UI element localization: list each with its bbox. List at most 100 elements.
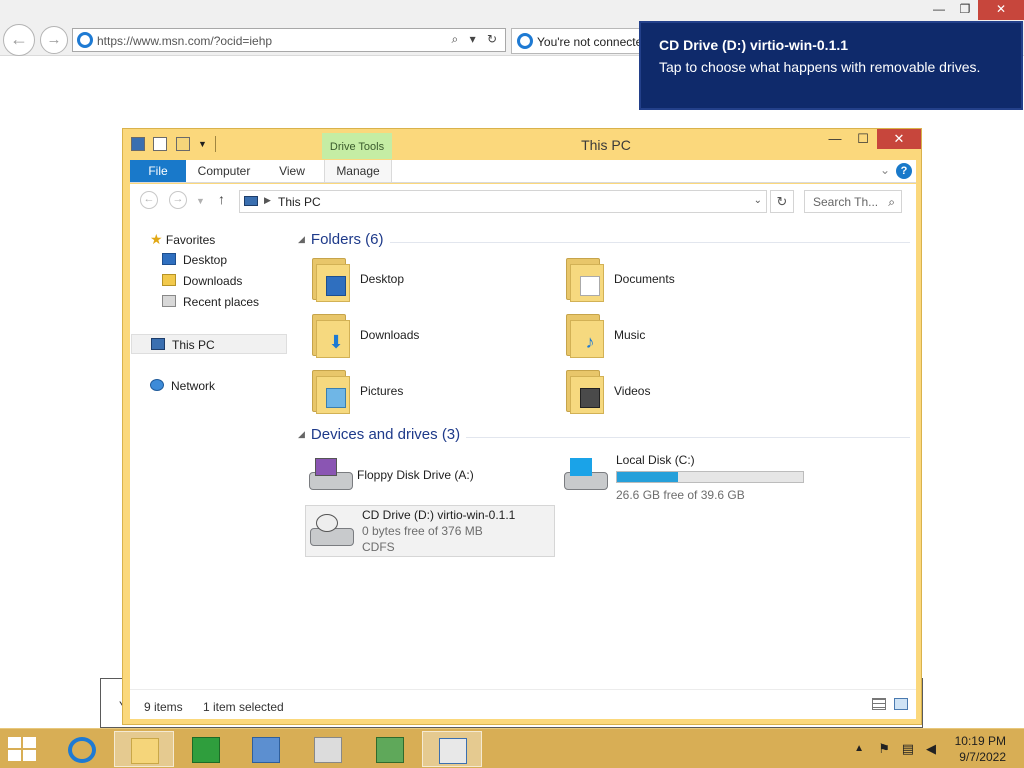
- sidebar-item-favorites[interactable]: ★ Favorites: [150, 229, 215, 249]
- toast-title: CD Drive (D:) virtio-win-0.1.1: [659, 37, 849, 53]
- sidebar-item-label: Recent places: [183, 295, 260, 309]
- clock[interactable]: 10:19 PM 9/7/2022: [955, 733, 1006, 765]
- tab-file[interactable]: File: [130, 160, 186, 182]
- devices-group-header[interactable]: ◢ Devices and drives (3): [298, 426, 460, 448]
- ie-restore-button[interactable]: ❐: [952, 0, 978, 20]
- folder-documents[interactable]: Documents: [562, 254, 802, 306]
- explorer-content: ★ Favorites Desktop Downloads Recent pla…: [130, 218, 916, 689]
- sidebar-item-label: This PC: [172, 338, 215, 352]
- folder-label: Videos: [614, 384, 651, 398]
- autoplay-toast[interactable]: CD Drive (D:) virtio-win-0.1.1 Tap to ch…: [639, 21, 1023, 110]
- taskbar-app-5[interactable]: [298, 731, 358, 767]
- ie-close-button[interactable]: ✕: [978, 0, 1024, 20]
- address-bar[interactable]: ▶ This PC ⌄: [239, 190, 767, 213]
- drive-local-c[interactable]: Local Disk (C:) 26.6 GB free of 39.6 GB: [560, 450, 810, 502]
- windows-logo-icon: [8, 737, 21, 748]
- forward-button[interactable]: →: [169, 191, 187, 209]
- search-input[interactable]: Search Th... ⌕: [804, 190, 902, 213]
- sidebar-item-label: Downloads: [183, 274, 243, 288]
- drive-label: CD Drive (D:) virtio-win-0.1.1: [362, 508, 516, 522]
- star-icon: ★: [150, 231, 163, 247]
- taskbar-app-6[interactable]: [360, 731, 420, 767]
- system-tray: ▲ ⚑ ▤ ◀ 10:19 PM 9/7/2022: [824, 729, 1024, 768]
- folder-pictures[interactable]: Pictures: [308, 366, 548, 418]
- folder-desktop[interactable]: Desktop: [308, 254, 548, 306]
- sidebar-item-recent-places[interactable]: Recent places: [162, 292, 259, 312]
- folder-label: Downloads: [360, 328, 420, 342]
- group-title: Folders (6): [310, 231, 384, 248]
- taskbar: ▲ ⚑ ▤ ◀ 10:19 PM 9/7/2022: [0, 728, 1024, 768]
- ie-url: https://www.msn.com/?ocid=iehp: [97, 34, 273, 48]
- store-icon: [192, 737, 220, 763]
- server-manager-icon: [252, 737, 280, 763]
- tab-manage[interactable]: Manage: [324, 160, 392, 182]
- back-button[interactable]: ←: [140, 191, 158, 209]
- up-button[interactable]: ↑: [218, 191, 225, 207]
- action-center-flag-icon[interactable]: ⚑: [878, 741, 890, 757]
- breadcrumb-arrow-icon[interactable]: ▶: [264, 195, 271, 206]
- desktop-icon: [162, 253, 176, 265]
- ribbon-tabs: File Computer View Manage ⌄ ?: [130, 160, 916, 183]
- clock-time: 10:19 PM: [954, 734, 1006, 748]
- ie-address-bar[interactable]: https://www.msn.com/?ocid=iehp ⌕ ▾ ↻: [72, 28, 506, 52]
- file-explorer-window: ▼ Drive Tools This PC — ☐ ✕ File Computer …: [122, 128, 922, 725]
- taskbar-server-manager[interactable]: [236, 731, 296, 767]
- breadcrumb[interactable]: This PC: [278, 195, 321, 209]
- search-icon[interactable]: ⌕: [888, 195, 895, 210]
- desktop-folder-icon: [312, 258, 350, 302]
- taskbar-internet-explorer[interactable]: [52, 731, 112, 767]
- setup-icon: [376, 737, 404, 763]
- close-button[interactable]: ✕: [877, 129, 921, 149]
- title-bar[interactable]: ▼ Drive Tools This PC — ☐ ✕: [123, 129, 921, 159]
- folders-group-header[interactable]: ◢ Folders (6): [298, 231, 383, 253]
- this-pc-icon: [244, 196, 258, 206]
- ie-address-tools[interactable]: ⌕ ▾ ↻: [452, 32, 501, 47]
- sidebar-item-label: Favorites: [165, 233, 216, 247]
- navigation-bar: ← → ▼ ↑ ▶ This PC ⌄ ↻ Search Th... ⌕: [130, 184, 916, 218]
- ie-logo-icon: [77, 32, 93, 48]
- maximize-button[interactable]: ☐: [849, 129, 877, 149]
- collapse-caret-icon[interactable]: ◢: [298, 234, 305, 244]
- volume-muted-icon[interactable]: ◀: [926, 741, 936, 757]
- details-view-icon[interactable]: [872, 698, 886, 710]
- folder-label: Pictures: [360, 384, 404, 398]
- expand-ribbon-icon[interactable]: ⌄: [880, 163, 890, 177]
- recent-places-icon: [162, 295, 176, 307]
- sidebar-item-label: Network: [171, 379, 216, 393]
- sidebar-item-downloads[interactable]: Downloads: [162, 271, 242, 291]
- drive-cd[interactable]: CD Drive (D:) virtio-win-0.1.1 0 bytes f…: [305, 505, 555, 557]
- internet-explorer-icon: [68, 737, 96, 763]
- tab-computer[interactable]: Computer: [192, 160, 256, 182]
- drive-label: Local Disk (C:): [616, 453, 695, 467]
- ie-window-controls: — ❐ ✕: [926, 0, 1024, 20]
- sidebar-item-network[interactable]: Network: [150, 376, 215, 396]
- drive-floppy[interactable]: Floppy Disk Drive (A:): [305, 450, 551, 502]
- tab-view[interactable]: View: [270, 160, 314, 182]
- folder-downloads[interactable]: ⬇ Downloads: [308, 310, 548, 362]
- address-dropdown-icon[interactable]: ⌄: [754, 195, 762, 206]
- tiles-view-icon[interactable]: [894, 698, 908, 710]
- taskbar-app-7[interactable]: [422, 731, 482, 767]
- show-hidden-icons-icon[interactable]: ▲: [854, 743, 864, 754]
- minimize-button[interactable]: —: [821, 129, 849, 149]
- taskbar-store[interactable]: [176, 731, 236, 767]
- help-icon[interactable]: ?: [896, 163, 912, 179]
- folder-music[interactable]: ♪ Music: [562, 310, 802, 362]
- folder-videos[interactable]: Videos: [562, 366, 802, 418]
- ie-minimize-button[interactable]: —: [926, 0, 952, 20]
- sidebar-item-this-pc[interactable]: This PC: [131, 334, 287, 354]
- refresh-button[interactable]: ↻: [770, 190, 794, 213]
- network-status-icon[interactable]: ▤: [902, 741, 914, 757]
- toast-body: Tap to choose what happens with removabl…: [659, 59, 981, 75]
- start-button[interactable]: [8, 737, 38, 763]
- folder-icon: [131, 738, 159, 764]
- recent-locations-icon[interactable]: ▼: [196, 196, 205, 206]
- taskbar-file-explorer[interactable]: [114, 731, 174, 767]
- ie-back-button[interactable]: ←: [3, 24, 35, 56]
- ie-forward-button[interactable]: →: [40, 26, 68, 54]
- sidebar-item-desktop[interactable]: Desktop: [162, 250, 227, 270]
- this-pc-icon: [151, 338, 165, 350]
- selection-count: 1 item selected: [203, 700, 284, 714]
- sidebar-item-label: Desktop: [183, 253, 228, 267]
- collapse-caret-icon[interactable]: ◢: [298, 429, 305, 439]
